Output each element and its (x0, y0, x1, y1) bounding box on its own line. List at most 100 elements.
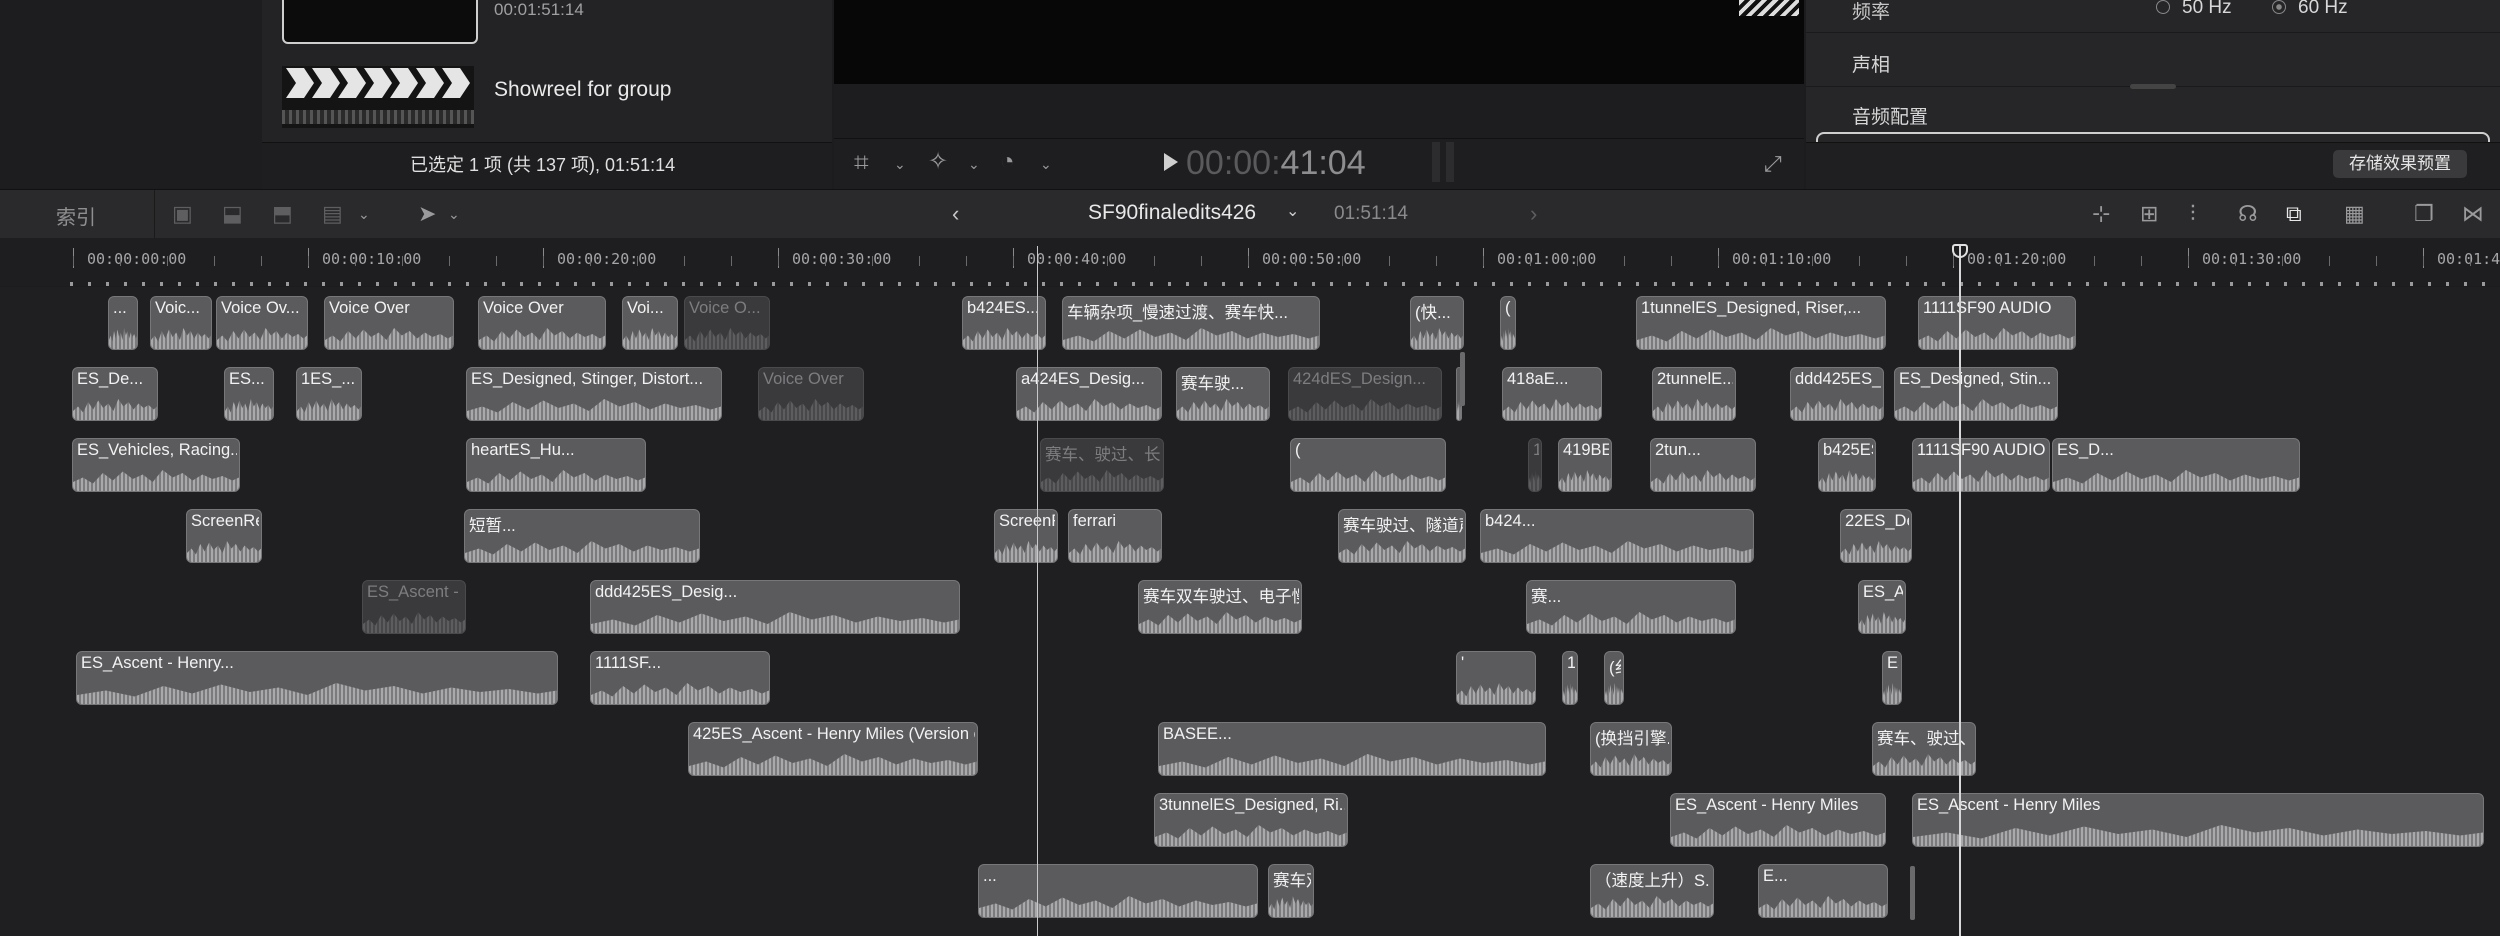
overwrite-clip-icon[interactable]: ▤ (322, 190, 343, 238)
timeline-clip[interactable]: ES_Ascent - Henry... (76, 651, 558, 705)
timeline-clip[interactable]: ddd425ES_Desig... (590, 580, 960, 634)
timeline-clip[interactable]: b424ES... (962, 296, 1046, 350)
timeline-clip[interactable]: 赛... (1526, 580, 1736, 634)
select-tool-icon[interactable]: ➤ (418, 190, 436, 238)
timeline-clip[interactable]: ES_Ascent - Henry Miles (362, 580, 466, 634)
audio-config-label[interactable]: 音频配置 (1852, 102, 1928, 129)
timeline-clip[interactable]: heartES_Hu... (466, 438, 646, 492)
resize-handle[interactable] (2130, 84, 2176, 89)
append-clip-icon[interactable]: ⬒ (272, 190, 293, 238)
radio-60hz[interactable] (2272, 0, 2286, 14)
timeline-clip[interactable]: ScreenR... (994, 509, 1058, 563)
timeline-clip[interactable]: ES_Ascent - Henry Miles (1882, 651, 1902, 705)
timeline-clip[interactable]: Voice O... (684, 296, 770, 350)
timeline-clip[interactable]: Voice Over (324, 296, 454, 350)
timeline-clip[interactable]: 1111SF90 AUDIO (1912, 438, 2050, 492)
timeline-clip[interactable]: 1111SF... (590, 651, 770, 705)
insert-clip-icon[interactable]: ⬓ (222, 190, 243, 238)
timeline-clip[interactable]: ScreenRecording_04-12-2... (186, 509, 262, 563)
timeline-clip[interactable]: ES_Vehicles, Racing... (72, 438, 240, 492)
clip-edge[interactable] (1460, 352, 1465, 406)
snapping-icon[interactable]: ⊞ (2140, 190, 2158, 238)
timeline-clip[interactable]: Voice Ov... (216, 296, 308, 350)
project-name[interactable]: SF90finaledits426 (1088, 201, 1256, 225)
timeline-clip[interactable]: 2tunnelE... (1652, 367, 1736, 421)
timeline-clip[interactable]: 424dES_Design... (1288, 367, 1442, 421)
timeline-clip[interactable]: ES_De... (72, 367, 158, 421)
timeline-clip[interactable]: 418aE... (1502, 367, 1602, 421)
pan-section-label[interactable]: 声相 (1852, 50, 1890, 77)
timeline-clip[interactable]: ES_D... (2052, 438, 2300, 492)
timeline-clip[interactable]: Voic... (150, 296, 212, 350)
timeline-clip[interactable]: 赛车双车驶... (1268, 864, 1314, 918)
timeline-clip[interactable]: 22ES_De... (1840, 509, 1912, 563)
timeline-clip[interactable]: 1111SF90 AUDIO (1918, 296, 2076, 350)
timeline-clip[interactable]: ' (1456, 651, 1536, 705)
timeline-clip[interactable]: Voice Over (478, 296, 606, 350)
timeline-clip[interactable]: 1tunnelES_Designed, Riser,... (1636, 296, 1886, 350)
timeline-clip[interactable]: E... (1758, 864, 1888, 918)
back-arrow-icon[interactable]: ‹ (952, 190, 959, 238)
clip-appearance-icon[interactable]: ⊹ (2092, 190, 2110, 238)
transitions-icon[interactable]: ⋈ (2462, 190, 2484, 238)
timeline-clip[interactable]: 赛车驶... (1176, 367, 1270, 421)
timeline-clip[interactable]: 1' (1562, 651, 1578, 705)
chevron-down-icon[interactable]: ⌄ (1286, 188, 1299, 236)
timeline-clip[interactable]: Voi... (622, 296, 678, 350)
timeline-clip[interactable]: 赛车、驶过、长... (1040, 438, 1164, 492)
timeline-clip[interactable]: 3tunnelES_Designed, Ri... (1154, 793, 1348, 847)
timeline-clip[interactable]: (纟 (1604, 651, 1624, 705)
clip-edge[interactable] (1910, 866, 1915, 920)
timeline-index-icon[interactable]: ❐ (2414, 190, 2434, 238)
clip-title[interactable]: Showreel for group (494, 78, 671, 102)
index-button[interactable]: 索引 (56, 201, 96, 230)
timeline-clip[interactable]: ddd425ES_Desig... (1790, 367, 1884, 421)
save-effects-preset-button[interactable]: 存储效果预置 (2333, 150, 2467, 178)
showreel-thumbnail[interactable] (282, 66, 474, 128)
chevron-down-icon[interactable]: ⌄ (358, 190, 370, 238)
timeline-clip[interactable]: 419BES_D... (1558, 438, 1612, 492)
timeline-clip[interactable]: 车辆杂项_慢速过渡、赛车快... (1062, 296, 1320, 350)
connect-clip-icon[interactable]: ▣ (172, 190, 193, 238)
fullscreen-icon[interactable]: ⤢ (1764, 140, 1782, 188)
chevron-down-icon[interactable]: ⌄ (1040, 140, 1052, 188)
speed-gauge-icon[interactable]: ◔ (1000, 138, 1015, 186)
chevron-down-icon[interactable]: ⌄ (894, 140, 906, 188)
timeline-clip[interactable]: ES_Ascent - Henry Miles (1912, 793, 2484, 847)
timeline-clip[interactable]: BASEE... (1158, 722, 1546, 776)
forward-arrow-icon[interactable]: › (1530, 190, 1537, 238)
timeline-clip[interactable]: 短暂... (464, 509, 700, 563)
chevron-down-icon[interactable]: ⌄ (448, 190, 460, 238)
timeline-clip[interactable]: ES_Ascent - Henry Miles (1670, 793, 1886, 847)
timeline-clip[interactable]: (换挡引擎... (1590, 722, 1672, 776)
timeline-clip[interactable]: ... (108, 296, 138, 350)
magic-wand-icon[interactable]: ✧ (928, 138, 948, 186)
timeline-clip[interactable]: ES_Designed, Stin... (1894, 367, 2058, 421)
radio-50hz[interactable] (2156, 0, 2170, 14)
filmstrip-icon[interactable]: ▦ (2344, 190, 2365, 238)
timeline-clip[interactable]: b424... (1480, 509, 1754, 563)
timeline-clip[interactable]: ES_Ascent - Henry Miles (1858, 580, 1906, 634)
timeline-clip[interactable]: ( (1290, 438, 1446, 492)
timeline-clip[interactable]: Voice Over (758, 367, 864, 421)
timeline-clip[interactable]: 2tun... (1650, 438, 1756, 492)
audio-waveform-icon[interactable]: ⫶ (2190, 190, 2196, 238)
play-icon[interactable] (1164, 153, 1178, 171)
timeline-clip[interactable]: (快... (1410, 296, 1464, 350)
timeline-clip[interactable]: 111... (1528, 438, 1542, 492)
headphones-icon[interactable]: ☊ (2238, 190, 2258, 238)
chevron-down-icon[interactable]: ⌄ (968, 140, 980, 188)
timeline-clip[interactable]: 1ES_... (296, 367, 362, 421)
clip-thumbnail[interactable] (282, 0, 478, 44)
timeline-clip[interactable]: ( (1500, 296, 1516, 350)
timeline-clip[interactable]: 赛车双车驶过、电子慢... (1138, 580, 1302, 634)
timeline-clip[interactable]: ... (978, 864, 1258, 918)
playhead[interactable] (1959, 246, 1961, 936)
skimming-icon[interactable]: ⧉ (2286, 190, 2302, 238)
timeline-clip[interactable]: ES_Designed, Stinger, Distort... (466, 367, 722, 421)
timeline-clip[interactable]: b425ES_Desi... (1818, 438, 1876, 492)
timeline-clip[interactable]: ES... (224, 367, 274, 421)
timeline-clip[interactable]: 425ES_Ascent - Henry Miles (Version e156… (688, 722, 978, 776)
crop-icon[interactable]: ⌗ (854, 138, 869, 186)
timeline-clip[interactable]: 赛车驶过、隧道声学、长混响尾音... (1338, 509, 1466, 563)
